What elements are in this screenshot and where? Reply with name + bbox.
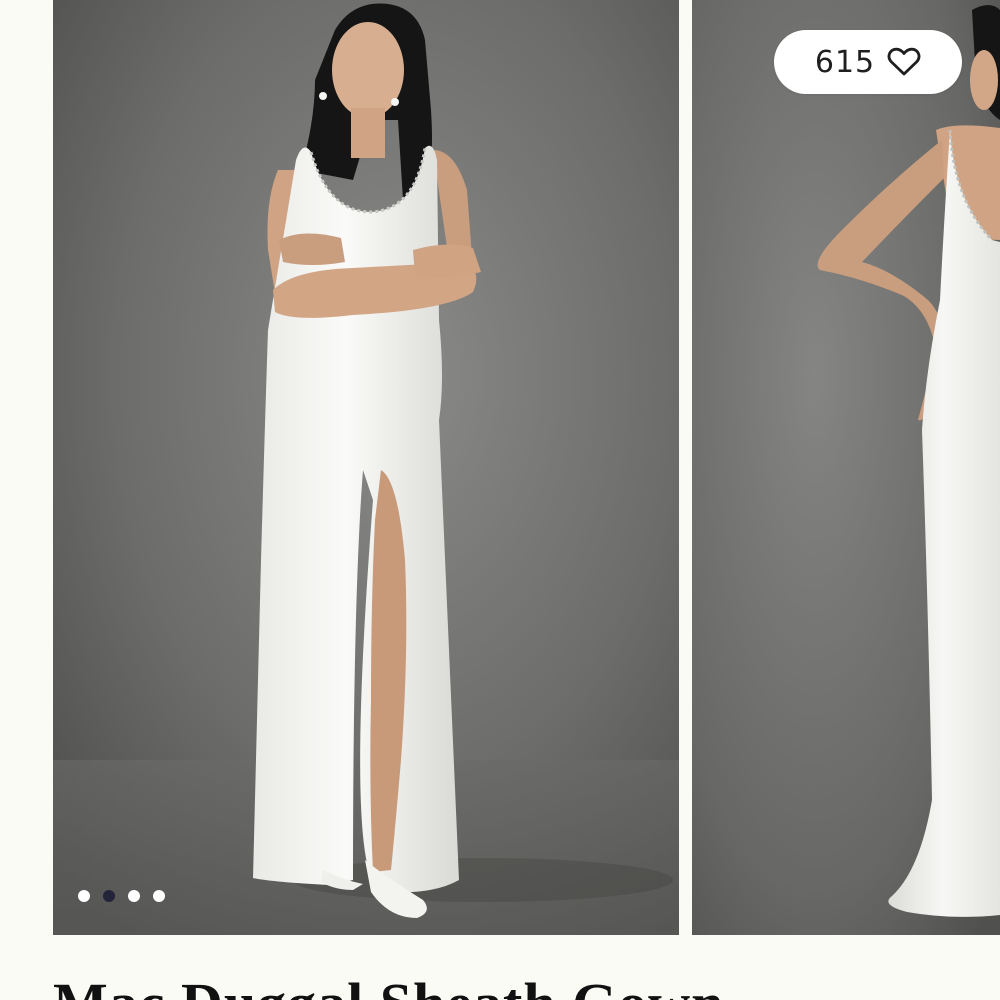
- product-image-carousel[interactable]: 615: [0, 0, 1000, 935]
- carousel-dot-1[interactable]: [78, 890, 90, 902]
- product-image-front[interactable]: [53, 0, 679, 935]
- carousel-dot-4[interactable]: [153, 890, 165, 902]
- product-page: 615 Mac Duggal Sheath Gown: [0, 0, 1000, 1000]
- product-title: Mac Duggal Sheath Gown: [53, 975, 1000, 1000]
- like-button[interactable]: 615: [774, 30, 962, 94]
- heart-outline-icon: [887, 47, 921, 76]
- dress-back-photo: [692, 0, 1000, 935]
- product-title-area: Mac Duggal Sheath Gown: [53, 975, 1000, 1000]
- carousel-pagination: [78, 890, 165, 902]
- like-count: 615: [814, 44, 876, 80]
- carousel-dot-2[interactable]: [103, 890, 115, 902]
- dress-front-photo: [53, 0, 679, 935]
- product-image-back[interactable]: [692, 0, 1000, 935]
- carousel-dot-3[interactable]: [128, 890, 140, 902]
